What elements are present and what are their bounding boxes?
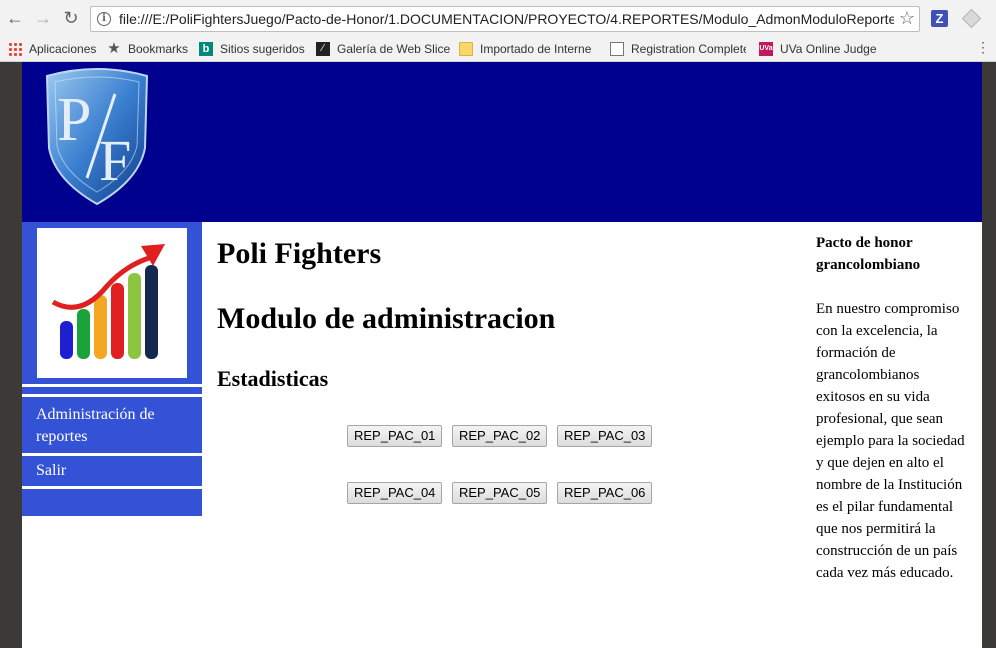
browser-toolbar: ← → ↻ i file:///E:/PoliFightersJuego/Pac…: [0, 0, 996, 36]
more-bookmarks-icon[interactable]: ⋮: [976, 40, 990, 54]
rep-pac-04-button[interactable]: REP_PAC_04: [347, 482, 443, 504]
forward-icon[interactable]: →: [32, 7, 54, 29]
page-icon: [610, 42, 624, 56]
bookmark-label: UVa Online Judge: [780, 42, 877, 56]
bookmark-apps[interactable]: Aplicaciones: [8, 40, 96, 58]
extension-z-icon[interactable]: Z: [931, 10, 948, 27]
star-icon: ★: [107, 40, 121, 57]
bookmark-importado[interactable]: Importado de Interne: [459, 40, 595, 58]
svg-text:F: F: [99, 128, 131, 193]
aside-text: En nuestro compromiso con la excelencia,…: [816, 301, 965, 581]
bookmarks-bar: Aplicaciones ★ Bookmarks b Sitios sugeri…: [0, 36, 996, 62]
sidebar-divider: [22, 453, 202, 456]
sidebar-divider: [22, 384, 202, 387]
bookmark-sitios[interactable]: b Sitios sugeridos: [199, 40, 305, 58]
rep-pac-05-button[interactable]: REP_PAC_05: [452, 482, 548, 504]
rep-pac-01-button[interactable]: REP_PAC_01: [347, 425, 443, 447]
sidebar-divider: [22, 486, 202, 489]
web-page: P F Administración de reportes Salir Pol: [22, 62, 982, 648]
uva-icon: UVa: [759, 42, 773, 56]
sidebar: Administración de reportes Salir: [22, 222, 202, 516]
web-slice-icon: ⁄: [316, 42, 330, 56]
sidebar-divider: [22, 394, 202, 397]
svg-text:P: P: [57, 86, 91, 154]
section-title: Estadisticas: [217, 366, 329, 391]
bookmark-label: Aplicaciones: [29, 42, 97, 56]
bing-icon: b: [199, 42, 213, 56]
reload-icon[interactable]: ↻: [60, 7, 82, 29]
address-url[interactable]: file:///E:/PoliFightersJuego/Pacto-de-Ho…: [119, 11, 894, 27]
bookmark-webslice[interactable]: ⁄ Galería de Web Slice: [316, 40, 450, 58]
apps-grid-icon: [8, 42, 22, 56]
bookmark-label: Sitios sugeridos: [220, 42, 305, 56]
extension-cube-icon[interactable]: [961, 8, 982, 29]
bookmark-registration[interactable]: Registration Complete: [610, 40, 746, 58]
bookmark-label: Bookmarks: [128, 42, 189, 56]
bookmark-label: Registration Complete: [631, 42, 746, 56]
stats-image: [37, 228, 187, 378]
bookmark-label: Importado de Interne: [480, 42, 592, 56]
bookmark-star-icon[interactable]: ☆: [899, 8, 915, 29]
module-title: Modulo de administracion: [217, 302, 556, 335]
page-header: P F: [22, 62, 982, 222]
bar-chart-arrow-icon: [51, 244, 165, 359]
rep-pac-02-button[interactable]: REP_PAC_02: [452, 425, 548, 447]
back-icon[interactable]: ←: [4, 7, 26, 29]
page-title: Poli Fighters: [217, 237, 382, 270]
rep-pac-03-button[interactable]: REP_PAC_03: [557, 425, 653, 447]
bookmark-bookmarks[interactable]: ★ Bookmarks: [107, 40, 188, 58]
aside-title: Pacto de honor grancolombiano: [816, 235, 921, 273]
rep-pac-06-button[interactable]: REP_PAC_06: [557, 482, 653, 504]
bookmark-uva[interactable]: UVa UVa Online Judge: [759, 40, 877, 58]
address-bar[interactable]: i file:///E:/PoliFightersJuego/Pacto-de-…: [90, 6, 920, 32]
honor-pact-aside: Pacto de honor grancolombiano En nuestro…: [816, 232, 971, 584]
pf-shield-logo-icon: P F: [45, 68, 149, 206]
folder-icon: [459, 42, 473, 56]
info-icon[interactable]: i: [97, 12, 111, 26]
sidebar-item-salir[interactable]: Salir: [22, 460, 202, 482]
bookmark-label: Galería de Web Slice: [337, 42, 451, 56]
sidebar-item-reportes[interactable]: Administración de reportes: [22, 404, 202, 448]
